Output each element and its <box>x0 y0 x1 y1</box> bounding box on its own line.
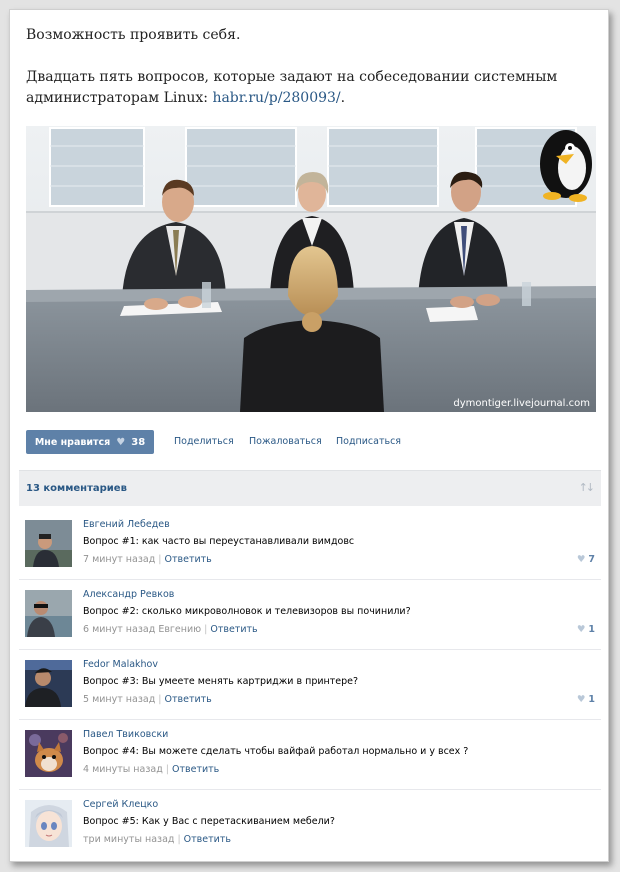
post-line-2: Двадцать пять вопросов, которые задают н… <box>26 67 596 109</box>
avatar[interactable] <box>25 800 72 847</box>
comment-item: Александр Ревков Вопрос #2: сколько микр… <box>19 580 601 650</box>
comment-meta: 6 минут назад Евгению | Ответить <box>83 624 258 635</box>
post-text: Возможность проявить себя. Двадцать пять… <box>26 25 596 109</box>
like-label: Мне нравится <box>34 436 111 448</box>
post-photo[interactable]: dymontiger.livejournal.com <box>26 126 596 412</box>
avatar[interactable] <box>25 590 72 637</box>
sort-arrows-icon[interactable]: ↑↓ <box>579 481 596 494</box>
avatar[interactable] <box>25 660 72 707</box>
comment-time[interactable]: 6 минут назад <box>83 624 155 635</box>
avatar[interactable] <box>25 520 72 567</box>
reply-link[interactable]: Ответить <box>164 694 211 705</box>
comment-author[interactable]: Александр Ревков <box>83 589 174 600</box>
post-line-1: Возможность проявить себя. <box>26 27 241 43</box>
photo-watermark: dymontiger.livejournal.com <box>453 398 590 409</box>
comment-text: Вопрос #3: Вы умеете менять картриджи в … <box>83 676 359 687</box>
comment-text: Вопрос #4: Вы можете сделать чтобы вайфа… <box>83 746 469 757</box>
like-button[interactable]: Мне нравится ♥ 38 <box>26 430 154 454</box>
report-link[interactable]: Пожаловаться <box>249 436 322 447</box>
comment-time[interactable]: 4 минуты назад <box>83 764 163 775</box>
reply-link[interactable]: Ответить <box>184 834 231 845</box>
avatar[interactable] <box>25 730 72 777</box>
comment-text: Вопрос #2: сколько микроволновок и телев… <box>83 606 411 617</box>
heart-icon: ♥ <box>576 554 586 565</box>
post-actions: Мне нравится ♥ 38 Поделиться Пожаловатьс… <box>26 430 596 454</box>
heart-icon: ♥ <box>116 436 126 448</box>
comment-item: Сергей Клецко Вопрос #5: Как у Вас с пер… <box>19 790 601 860</box>
heart-icon: ♥ <box>576 624 586 635</box>
comment-text: Вопрос #1: как часто вы переустанавливал… <box>83 536 355 547</box>
comments-count[interactable]: 13 комментариев <box>26 483 127 494</box>
share-link[interactable]: Поделиться <box>174 436 234 447</box>
comment-author[interactable]: Павел Твиковски <box>83 729 168 740</box>
reply-link[interactable]: Ответить <box>164 554 211 565</box>
heart-icon: ♥ <box>576 694 586 705</box>
comment-like-button[interactable]: ♥ 1 <box>577 694 595 705</box>
comment-meta: три минуты назад | Ответить <box>83 834 231 845</box>
comment-meta: 5 минут назад | Ответить <box>83 694 212 705</box>
comment-item: Павел Твиковски Вопрос #4: Вы можете сде… <box>19 720 601 790</box>
reply-link[interactable]: Ответить <box>172 764 219 775</box>
comment-item: Евгений Лебедев Вопрос #1: как часто вы … <box>19 510 601 580</box>
comment-like-count: 7 <box>588 554 595 565</box>
comment-meta: 7 минут назад | Ответить <box>83 554 212 565</box>
comment-time[interactable]: 7 минут назад <box>83 554 155 565</box>
comment-reply-to[interactable]: Евгению <box>158 624 201 635</box>
comment-like-button[interactable]: ♥ 1 <box>577 624 595 635</box>
post-line-2-tail: . <box>340 90 346 106</box>
reply-link[interactable]: Ответить <box>210 624 257 635</box>
comment-author[interactable]: Fedor Malakhov <box>83 659 158 670</box>
comment-author[interactable]: Евгений Лебедев <box>83 519 170 530</box>
comment-time[interactable]: 5 минут назад <box>83 694 155 705</box>
comment-meta: 4 минуты назад | Ответить <box>83 764 220 775</box>
comments-header: 13 комментариев ↑↓ <box>19 470 601 506</box>
comment-like-button[interactable]: ♥ 7 <box>577 554 595 565</box>
post-card: Возможность проявить себя. Двадцать пять… <box>9 9 609 862</box>
comment-like-count: 1 <box>588 694 595 705</box>
comment-item: Fedor Malakhov Вопрос #3: Вы умеете меня… <box>19 650 601 720</box>
comment-text: Вопрос #5: Как у Вас с перетаскиванием м… <box>83 816 335 827</box>
comment-like-count: 1 <box>588 624 595 635</box>
subscribe-link[interactable]: Подписаться <box>336 436 401 447</box>
comment-time[interactable]: три минуты назад <box>83 834 174 845</box>
like-count: 38 <box>131 436 146 448</box>
post-link[interactable]: habr.ru/p/280093/ <box>212 90 340 106</box>
comment-author[interactable]: Сергей Клецко <box>83 799 158 810</box>
